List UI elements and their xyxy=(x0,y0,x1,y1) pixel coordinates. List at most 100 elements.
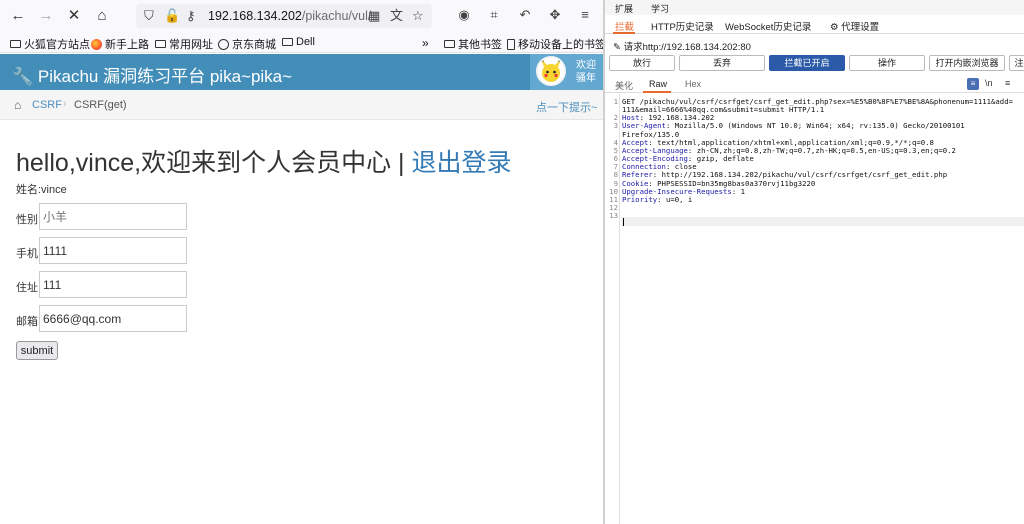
folder-icon xyxy=(10,40,21,48)
bookmark-item[interactable]: Dell xyxy=(282,36,315,48)
shield-icon[interactable]: ⛉ xyxy=(144,4,154,28)
qr-code-icon[interactable]: ▦ xyxy=(368,4,380,28)
phone-label: 手机: xyxy=(16,248,42,260)
bookmark-label: 新手上路 xyxy=(105,39,149,51)
permissions-key-icon[interactable]: ⚷ xyxy=(186,4,196,28)
bookmark-star-icon[interactable]: ☆ xyxy=(412,4,424,28)
comment-field[interactable]: 注 xyxy=(1009,55,1024,71)
line-number: 13 xyxy=(609,211,618,221)
header-value: u=0, i xyxy=(661,194,693,204)
bookmark-item[interactable]: 新手上路 xyxy=(91,36,149,52)
sex-label: 性别: xyxy=(16,214,42,226)
menu-extensions[interactable]: 扩展 xyxy=(615,2,633,15)
current-line-highlight xyxy=(621,217,1024,226)
address-bar[interactable]: ⛉ 🔓 ⚷ 192.168.134.202/pikachu/vul/ ▦ 文 ☆ xyxy=(136,4,432,28)
tab-proxy-settings-label: 代理设置 xyxy=(841,22,880,33)
stop-loading-icon[interactable]: ✕ xyxy=(64,6,84,26)
bookmark-label: 常用网址 xyxy=(169,39,213,51)
text-caret xyxy=(623,218,624,226)
tab-raw[interactable]: Raw xyxy=(649,79,667,89)
tab-hex[interactable]: Hex xyxy=(685,79,701,89)
menu-learn[interactable]: 学习 xyxy=(651,2,669,15)
show-newlines-toggle[interactable]: \n xyxy=(985,78,993,88)
request-editor[interactable]: 1 2 3 4 5 6 7 8 9 10 11 12 13 GET /pikachu/vul/csrf/… xyxy=(605,94,1024,524)
navigation-toolbar: ← → ✕ ⌂ ⛉ 🔓 ⚷ 192.168.134.202/pikachu/vu… xyxy=(0,0,603,33)
firefox-icon xyxy=(91,38,102,50)
open-browser-button[interactable]: 打开内嵌浏览器 xyxy=(929,55,1005,71)
globe-icon xyxy=(218,38,229,50)
pikachu-avatar-icon xyxy=(541,59,561,82)
extensions-icon[interactable]: ✥ xyxy=(546,7,564,23)
back-arrow-icon[interactable]: ← xyxy=(8,6,28,26)
user-menu[interactable]: 欢迎 骚年 xyxy=(530,54,603,90)
breadcrumb: ⌂ CSRF › CSRF(get) 点一下提示~ xyxy=(0,90,603,120)
burp-suite-panel: 扩展 学习 拦截 HTTP历史记录 WebSocket历史记录 ⚙ 代理设置 ✎… xyxy=(603,0,1024,524)
tab-intercept[interactable]: 拦截 xyxy=(615,19,634,33)
logout-link[interactable]: 退出登录 xyxy=(411,149,511,177)
home-icon[interactable]: ⌂ xyxy=(92,6,112,26)
url-path: /pikachu/vul/ xyxy=(301,9,372,23)
request-target-text: 请求http://192.168.134.202:80 xyxy=(623,42,751,53)
mobile-device-icon xyxy=(507,38,515,50)
url-text[interactable]: 192.168.134.202/pikachu/vul/ xyxy=(208,4,371,28)
folder-icon xyxy=(282,38,293,46)
phone-input[interactable] xyxy=(39,237,187,264)
intercept-toggle-button[interactable]: 拦截已开启 xyxy=(769,55,845,71)
account-icon[interactable]: ◉ xyxy=(455,7,473,23)
wrench-icon: 🔧 xyxy=(12,67,34,86)
tab-pretty[interactable]: 美化 xyxy=(615,79,633,92)
url-host: 192.168.134.202 xyxy=(208,9,302,23)
forward-button[interactable]: 放行 xyxy=(609,55,675,71)
hint-link[interactable]: 点一下提示~ xyxy=(536,99,597,115)
bookmarks-overflow-icon[interactable]: » xyxy=(422,36,429,50)
forward-arrow-icon[interactable]: → xyxy=(36,6,56,26)
welcome-text: hello,vince,欢迎来到个人会员中心 | xyxy=(16,149,412,177)
home-icon[interactable]: ⌂ xyxy=(14,98,21,112)
page-title: hello,vince,欢迎来到个人会员中心 | 退出登录 xyxy=(16,143,511,179)
pencil-icon[interactable]: ✎ xyxy=(613,42,621,53)
bookmark-item[interactable]: 其他书签 xyxy=(444,36,502,52)
proxy-tabs: 拦截 HTTP历史记录 WebSocket历史记录 ⚙ 代理设置 xyxy=(605,15,1024,34)
tab-websocket-history[interactable]: WebSocket历史记录 xyxy=(725,19,811,33)
message-view-tabs: 美化 Raw Hex ≡ \n ≡ xyxy=(605,76,1024,93)
gear-icon: ⚙ xyxy=(830,22,839,33)
translate-icon[interactable]: 文 xyxy=(390,4,403,28)
menu-icon[interactable]: ≡ xyxy=(576,7,594,22)
email-input[interactable] xyxy=(39,305,187,332)
bookmark-label: 移动设备上的书签 xyxy=(518,39,603,51)
drop-button[interactable]: 丢弃 xyxy=(679,55,765,71)
more-options-icon[interactable]: ≡ xyxy=(1005,78,1010,88)
bookmark-item[interactable]: 火狐官方站点 xyxy=(10,36,90,52)
request-line: Priority: u=0, i xyxy=(622,195,1022,204)
breadcrumb-link-csrf[interactable]: CSRF xyxy=(32,99,62,111)
bookmark-item[interactable]: 移动设备上的书签 xyxy=(507,36,603,52)
insecure-lock-icon[interactable]: 🔓 xyxy=(164,4,180,28)
browser-window: ← → ✕ ⌂ ⛉ 🔓 ⚷ 192.168.134.202/pikachu/vu… xyxy=(0,0,603,524)
breadcrumb-current: CSRF(get) xyxy=(74,99,127,111)
bookmark-label: 火狐官方站点 xyxy=(24,39,90,51)
bookmark-label: 京东商城 xyxy=(232,39,276,51)
address-input[interactable] xyxy=(39,271,187,298)
site-brand[interactable]: 🔧 Pikachu 漏洞练习平台 pika~pika~ xyxy=(12,62,292,87)
bookmark-item[interactable]: 京东商城 xyxy=(218,36,276,52)
bookmarks-bar: 火狐官方站点 新手上路 常用网址 京东商城 Dell » 其他书签 移动设备上的… xyxy=(0,33,603,53)
user-name: 姓名:vince xyxy=(16,184,67,196)
request-target: ✎ 请求http://192.168.134.202:80 xyxy=(613,39,751,53)
greeting-line: 欢迎 xyxy=(576,60,596,71)
bookmark-label: Dell xyxy=(296,36,315,48)
active-view-indicator xyxy=(643,91,671,93)
user-greeting: 欢迎 骚年 xyxy=(576,59,596,85)
site-title: Pikachu 漏洞练习平台 pika~pika~ xyxy=(37,67,293,86)
tab-http-history[interactable]: HTTP历史记录 xyxy=(651,19,714,33)
screenshot-icon[interactable]: ⌗ xyxy=(485,7,503,23)
tab-proxy-settings[interactable]: ⚙ 代理设置 xyxy=(830,19,879,33)
active-tab-indicator xyxy=(613,32,635,34)
sex-input[interactable] xyxy=(39,203,187,230)
wrap-lines-icon[interactable]: ≡ xyxy=(967,78,979,90)
undo-icon[interactable]: ↶ xyxy=(516,7,534,23)
line-number-gutter: 1 2 3 4 5 6 7 8 9 10 11 12 13 xyxy=(605,94,620,524)
action-button[interactable]: 操作 xyxy=(849,55,925,71)
bookmark-item[interactable]: 常用网址 xyxy=(155,36,213,52)
greeting-line: 骚年 xyxy=(576,73,596,84)
submit-button[interactable]: submit xyxy=(16,341,58,360)
